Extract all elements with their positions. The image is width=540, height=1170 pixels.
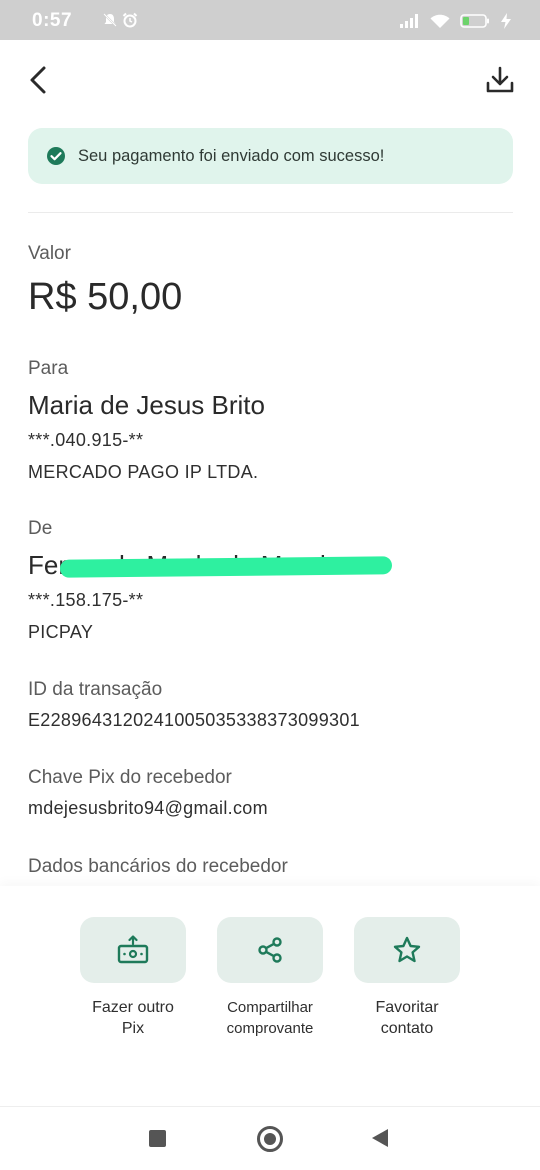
share-button[interactable] <box>217 917 323 983</box>
action-favorite-contact[interactable]: Favoritar contato <box>354 917 460 1039</box>
para-institution: MERCADO PAGO IP LTDA. <box>28 462 259 482</box>
download-button[interactable] <box>480 60 520 100</box>
favorite-label: Favoritar contato <box>375 999 439 1037</box>
status-left-icons <box>102 12 138 28</box>
pix-key-label: Chave Pix do recebedor <box>28 767 232 788</box>
new-pix-button[interactable] <box>80 917 186 983</box>
action-sheet: Fazer outro Pix Compartilhar comprovante… <box>0 886 540 1106</box>
system-nav-bar <box>0 1106 540 1170</box>
recent-apps-button[interactable] <box>149 1130 166 1147</box>
transaction-id-label: ID da transação <box>28 679 163 700</box>
de-document: ***.158.175-** <box>28 590 144 610</box>
new-pix-label: Fazer outro Pix <box>92 999 174 1037</box>
pix-key-value: mdejesusbrito94@gmail.com <box>28 798 268 818</box>
action-new-pix[interactable]: Fazer outro Pix <box>80 917 186 1039</box>
bank-data-label: Dados bancários do recebedor <box>28 856 288 877</box>
para-document: ***.040.915-** <box>28 430 144 450</box>
alarm-icon <box>122 12 138 28</box>
para-label: Para <box>28 358 69 379</box>
home-button[interactable] <box>257 1126 283 1152</box>
transaction-id-value: E22896431202410050353383730993​01 <box>28 710 360 730</box>
valor-label: Valor <box>28 243 71 264</box>
wifi-icon <box>430 14 450 28</box>
charging-icon <box>501 13 511 29</box>
status-time: 0:57 <box>32 10 73 31</box>
check-circle-icon <box>47 147 65 165</box>
share-icon <box>258 937 282 963</box>
divider <box>28 212 513 213</box>
cash-upload-icon <box>117 935 149 964</box>
valor-amount: R$ 50,00 <box>28 276 183 318</box>
top-nav <box>0 40 540 120</box>
status-bar: 0:57 <box>0 0 540 40</box>
share-label: Compartilhar comprovante <box>226 999 314 1037</box>
success-message: Seu pagamento foi enviado com sucesso! <box>78 146 385 165</box>
signal-icon <box>400 14 418 28</box>
de-institution: PICPAY <box>28 622 94 642</box>
back-button[interactable] <box>18 60 58 100</box>
redaction-mark <box>59 556 393 578</box>
download-icon <box>486 66 514 93</box>
para-name: Maria de Jesus Brito <box>28 390 265 420</box>
success-banner: Seu pagamento foi enviado com sucesso! <box>28 128 513 184</box>
star-icon <box>393 936 421 963</box>
chevron-left-icon <box>30 66 46 94</box>
notifications-off-icon <box>103 13 117 27</box>
action-share-receipt[interactable]: Compartilhar comprovante <box>217 917 323 1039</box>
system-back-button[interactable] <box>372 1129 388 1147</box>
status-right-icons <box>400 13 512 29</box>
de-label: De <box>28 518 53 539</box>
favorite-button[interactable] <box>354 917 460 983</box>
battery-icon <box>460 14 489 28</box>
